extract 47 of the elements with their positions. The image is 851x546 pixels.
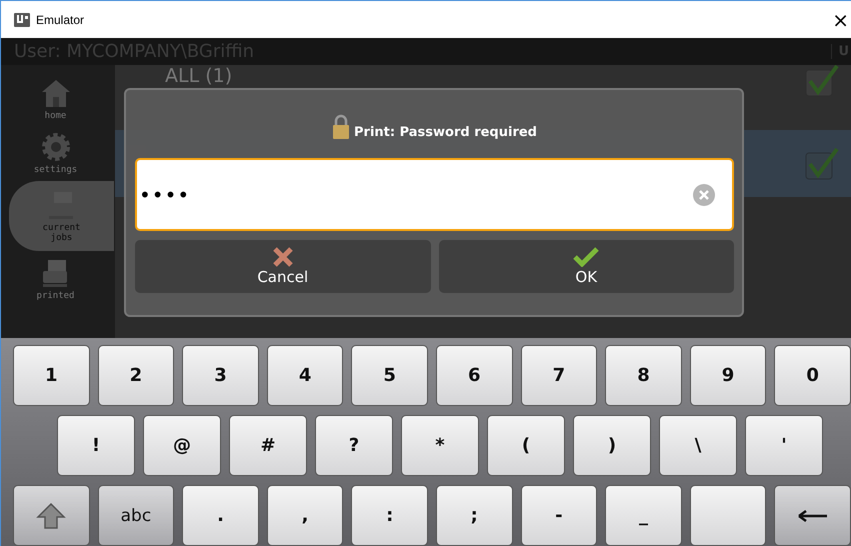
shift-key[interactable] (13, 485, 90, 546)
key[interactable]: ( (487, 415, 565, 476)
close-button[interactable]: × (832, 8, 851, 32)
select-all-checkbox[interactable] (805, 65, 839, 97)
sidebar-item[interactable]: printed (3, 253, 108, 305)
key[interactable]: 2 (98, 345, 174, 406)
key[interactable]: : (351, 485, 428, 546)
job-checkbox[interactable] (805, 148, 839, 180)
abc-key[interactable]: abc (98, 485, 174, 546)
key[interactable]: ; (436, 485, 513, 546)
key[interactable]: ? (315, 415, 393, 476)
up-arrow-icon (36, 502, 66, 530)
key[interactable]: _ (605, 485, 682, 546)
key[interactable]: 8 (605, 345, 682, 406)
key[interactable]: \ (659, 415, 737, 476)
app-logo-icon (14, 12, 30, 26)
key[interactable]: ! (57, 415, 135, 476)
key[interactable]: ' (745, 415, 823, 476)
key[interactable]: @ (143, 415, 221, 476)
key[interactable]: - (520, 485, 598, 546)
key[interactable]: 5 (351, 345, 428, 406)
key[interactable]: 0 (774, 345, 851, 406)
left-arrow-icon (796, 510, 829, 522)
key[interactable]: 6 (436, 345, 513, 406)
key[interactable]: , (266, 485, 344, 546)
list-title: ALL (1) (165, 65, 234, 87)
password-field[interactable]: •••• (135, 158, 734, 231)
key[interactable]: # (229, 415, 307, 476)
sidebar-item[interactable]: settings (3, 127, 108, 179)
cross-icon (272, 247, 294, 267)
key[interactable]: 7 (520, 345, 598, 406)
ok-button[interactable]: OK (438, 240, 734, 293)
sidebar-item[interactable]: home (3, 73, 108, 125)
key[interactable]: . (182, 485, 259, 546)
check-icon (573, 247, 600, 267)
key[interactable]: * (401, 415, 479, 476)
dialog-title: Print: Password required (354, 125, 537, 140)
key[interactable]: 9 (690, 345, 766, 406)
window-title: Emulator (36, 12, 84, 26)
padlock-icon (332, 114, 350, 140)
cancel-button[interactable]: Cancel (135, 240, 430, 293)
space-key[interactable] (690, 485, 766, 546)
key[interactable]: 4 (266, 345, 344, 406)
backspace-key[interactable] (774, 485, 851, 546)
key[interactable]: 1 (13, 345, 90, 406)
key[interactable]: 3 (182, 345, 259, 406)
key[interactable]: ) (573, 415, 651, 476)
